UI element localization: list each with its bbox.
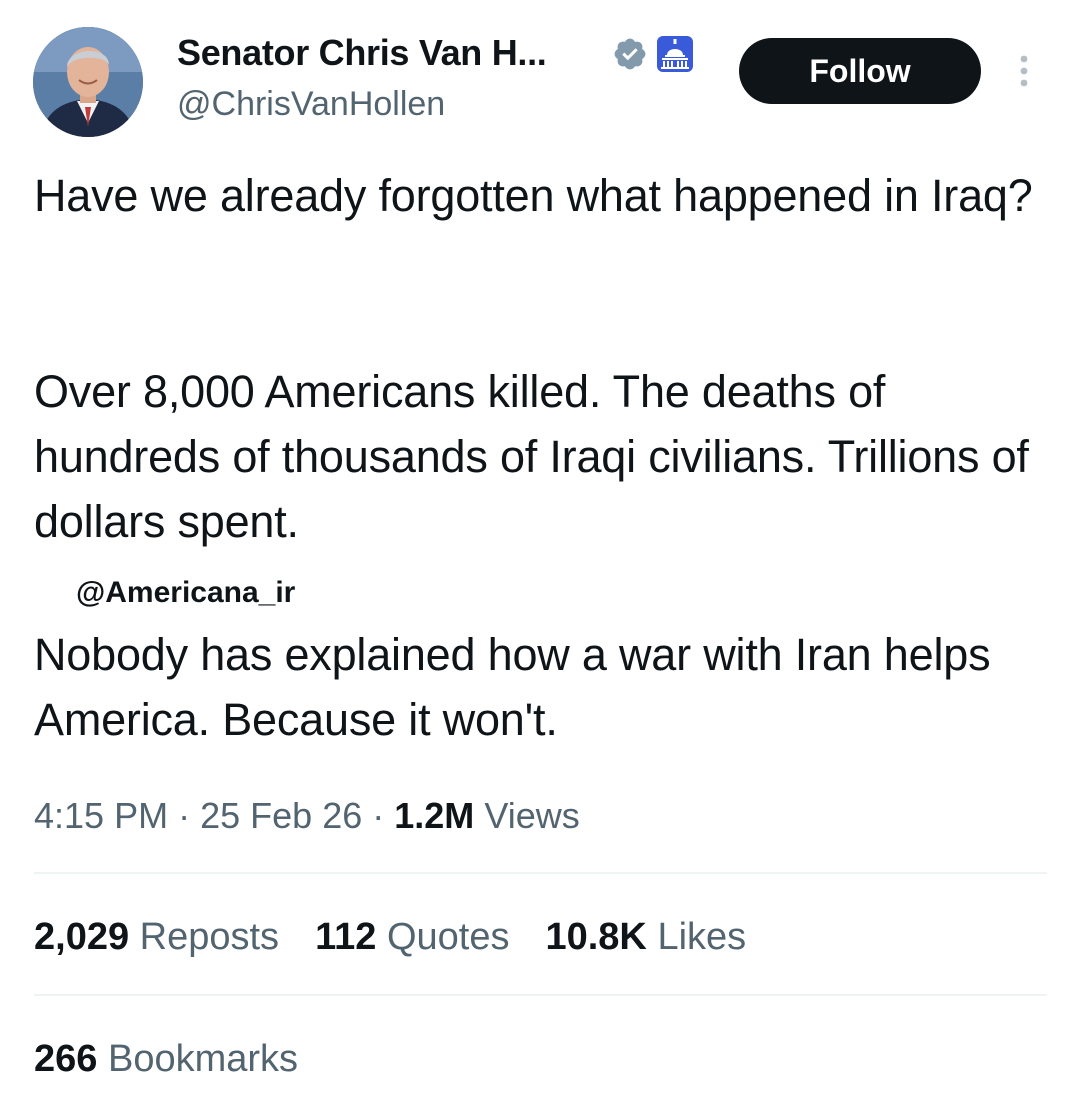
reposts-label: Reposts: [139, 916, 280, 958]
quotes-label: Quotes: [386, 916, 510, 958]
divider: [34, 872, 1047, 874]
us-capitol-icon: [657, 36, 693, 72]
reposts-count: 2,029: [34, 916, 130, 958]
quotes-count: 112: [315, 916, 377, 958]
avatar[interactable]: [33, 27, 143, 137]
follow-button[interactable]: Follow: [739, 38, 981, 104]
likes-label: Likes: [657, 916, 747, 958]
author-handle[interactable]: @ChrisVanHollen: [177, 82, 445, 126]
more-vertical-icon[interactable]: [1010, 52, 1038, 92]
likes-stat[interactable]: 10.8K Likes: [545, 912, 746, 962]
quotes-stat[interactable]: 112 Quotes: [315, 912, 509, 962]
tweet-meta: 4:15 PM · 25 Feb 26 · 1.2M Views: [34, 792, 580, 840]
watermark-text: @Americana_ir: [76, 576, 296, 609]
tweet-text-paragraph-1: Have we already forgotten what happened …: [34, 170, 1033, 221]
reposts-stat[interactable]: 2,029 Reposts: [34, 912, 279, 962]
meta-separator: ·: [178, 795, 191, 836]
views-count: 1.2M: [394, 795, 475, 836]
author-display-name[interactable]: Senator Chris Van H...: [177, 30, 547, 76]
tweet-text-paragraph-3: Nobody has explained how a war with Iran…: [34, 629, 991, 745]
engagement-stats: 2,029 Reposts 112 Quotes 10.8K Likes: [34, 912, 782, 962]
bookmarks-stat[interactable]: 266 Bookmarks: [34, 1034, 298, 1084]
verified-badge-icon: [614, 38, 646, 70]
bookmarks-count: 266: [34, 1038, 98, 1080]
divider: [34, 994, 1047, 996]
bookmarks-label: Bookmarks: [107, 1038, 299, 1080]
avatar-photo: [33, 27, 143, 137]
likes-count: 10.8K: [545, 916, 647, 958]
meta-separator: ·: [372, 795, 385, 836]
tweet-date[interactable]: 25 Feb 26: [200, 795, 362, 836]
views-label: Views: [484, 795, 580, 836]
tweet-time[interactable]: 4:15 PM: [34, 795, 168, 836]
tweet-text-paragraph-2: Over 8,000 Americans killed. The deaths …: [34, 366, 1029, 547]
